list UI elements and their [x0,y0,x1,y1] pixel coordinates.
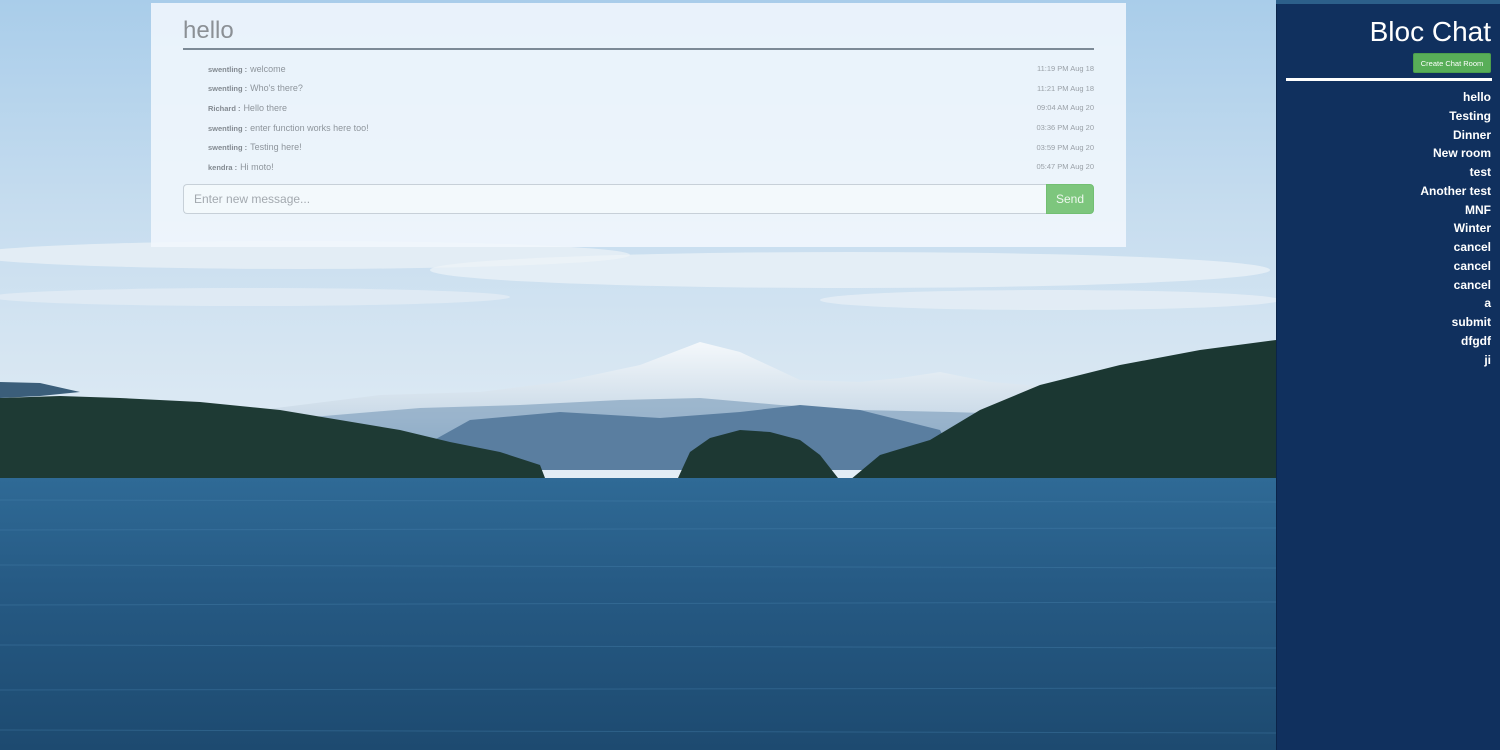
message-row: swentling: Who's there? 11:21 PM Aug 18 [208,79,1094,99]
message-separator: : [244,64,248,74]
chat-panel: hello swentling: welcome 11:19 PM Aug 18 … [151,3,1126,247]
message-timestamp: 09:04 AM Aug 20 [1036,103,1094,113]
send-button[interactable]: Send [1046,184,1094,214]
message-body: swentling: enter function works here too! [208,123,369,133]
message-separator: : [244,84,248,94]
room-item[interactable]: a [1291,294,1491,313]
message-timestamp: 11:21 PM Aug 18 [1037,83,1094,93]
room-item[interactable]: cancel [1291,276,1491,295]
message-username: swentling [208,123,243,133]
message-text: welcome [250,63,286,74]
room-list: hello Testing Dinner New room test Anoth… [1291,88,1491,369]
message-username: swentling [208,143,243,153]
message-text: Hi moto! [240,161,274,172]
message-timestamp: 11:19 PM Aug 18 [1037,64,1094,74]
room-item[interactable]: cancel [1291,257,1491,276]
message-separator: : [234,162,238,172]
room-item[interactable]: ji [1291,351,1491,370]
message-username: swentling [208,64,243,74]
message-composer: Send [183,184,1094,214]
room-item[interactable]: Testing [1291,107,1491,126]
room-item[interactable]: MNF [1291,201,1491,220]
message-row: swentling: welcome 11:19 PM Aug 18 [208,59,1094,79]
message-username: swentling [208,84,243,94]
room-item[interactable]: Winter [1291,219,1491,238]
room-item[interactable]: Dinner [1291,126,1491,145]
message-body: swentling: welcome [208,64,286,74]
message-body: kendra: Hi moto! [208,162,274,172]
message-separator: : [244,123,248,133]
message-body: Richard: Hello there [208,103,287,113]
message-text: Hello there [243,102,287,113]
message-body: swentling: Who's there? [208,83,303,93]
message-username: Richard [208,103,236,113]
message-input[interactable] [183,184,1046,214]
create-chat-room-button[interactable]: Create Chat Room [1413,53,1491,73]
message-row: swentling: enter function works here too!… [208,118,1094,138]
room-item[interactable]: dfgdf [1291,332,1491,351]
title-divider [183,48,1094,50]
room-item[interactable]: cancel [1291,238,1491,257]
message-separator: : [244,143,248,153]
message-text: enter function works here too! [250,122,369,133]
room-item[interactable]: hello [1291,88,1491,107]
message-text: Who's there? [250,83,303,94]
message-timestamp: 03:59 PM Aug 20 [1036,142,1094,152]
message-timestamp: 03:36 PM Aug 20 [1036,123,1094,133]
room-item[interactable]: submit [1291,313,1491,332]
room-item[interactable]: Another test [1291,182,1491,201]
message-timestamp: 05:47 PM Aug 20 [1036,162,1094,172]
message-body: swentling: Testing here! [208,142,302,152]
room-item[interactable]: New room [1291,144,1491,163]
message-list: swentling: welcome 11:19 PM Aug 18 swentl… [208,59,1094,177]
message-separator: : [237,103,241,113]
app-title: Bloc Chat [1369,16,1491,47]
message-username: kendra [208,162,233,172]
message-row: swentling: Testing here! 03:59 PM Aug 20 [208,137,1094,157]
room-item[interactable]: test [1291,163,1491,182]
sidebar-divider [1286,78,1492,81]
sidebar: Bloc Chat Create Chat Room hello Testing… [1276,4,1500,750]
room-title: hello [183,17,234,44]
message-row: kendra: Hi moto! 05:47 PM Aug 20 [208,157,1094,177]
message-row: Richard: Hello there 09:04 AM Aug 20 [208,98,1094,118]
message-text: Testing here! [250,142,302,153]
